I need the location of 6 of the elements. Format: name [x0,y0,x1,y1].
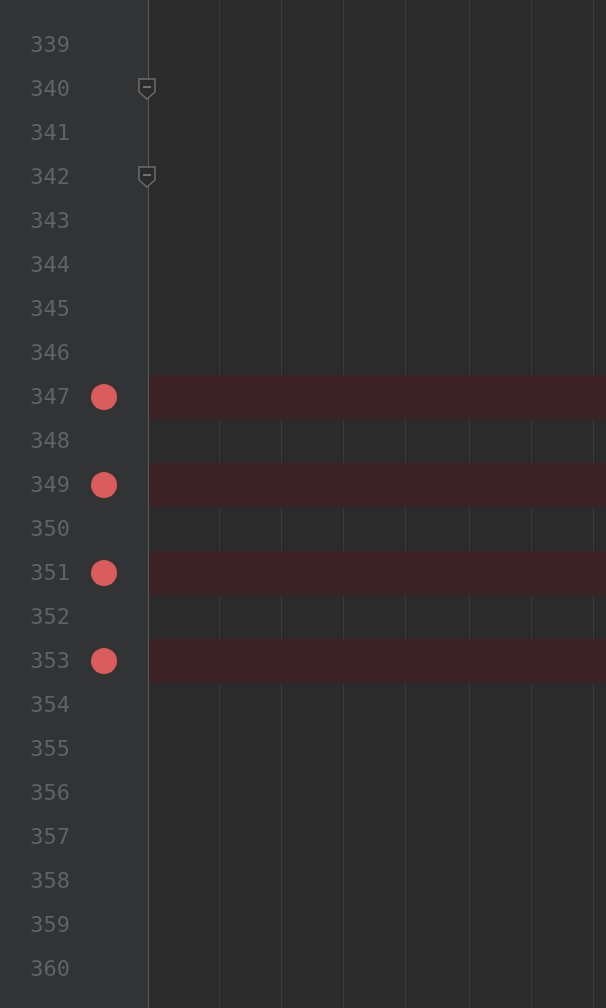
fold-marker-icon[interactable] [138,166,156,188]
breakpoint-icon[interactable] [91,472,117,498]
breakpoint-icon[interactable] [91,648,117,674]
breakpoint-icon[interactable] [91,560,117,586]
breakpoint-icon[interactable] [91,384,117,410]
fold-marker-icon[interactable] [138,78,156,100]
